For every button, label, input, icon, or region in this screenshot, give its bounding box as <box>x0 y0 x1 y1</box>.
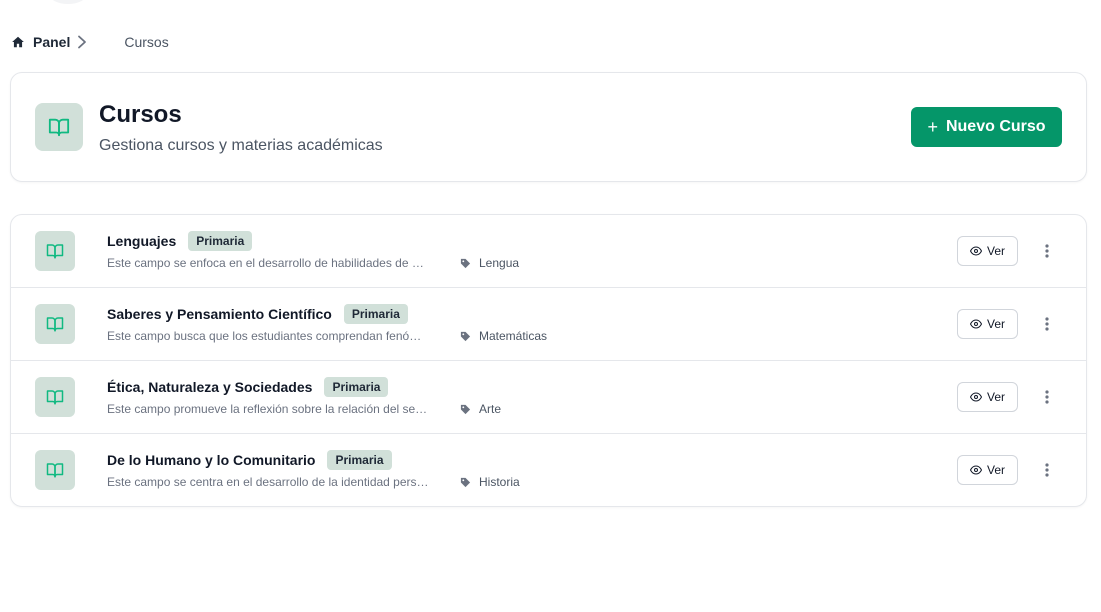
course-description: Este campo se enfoca en el desarrollo de… <box>107 256 429 270</box>
view-course-button[interactable]: Ver <box>957 309 1018 339</box>
course-subject: Matemáticas <box>460 329 547 343</box>
view-label: Ver <box>986 390 1005 404</box>
breadcrumb: Panel Cursos <box>11 32 169 52</box>
more-options-button[interactable] <box>1037 460 1057 480</box>
course-row: Ética, Naturaleza y Sociedades Primaria … <box>11 361 1086 434</box>
level-badge: Primaria <box>188 231 253 251</box>
course-row: De lo Humano y lo Comunitario Primaria E… <box>11 434 1086 506</box>
course-description: Este campo promueve la reflexión sobre l… <box>107 402 429 416</box>
top-avatar-peek <box>50 0 86 4</box>
eye-icon <box>969 245 982 257</box>
more-options-button[interactable] <box>1037 314 1057 334</box>
breadcrumb-current: Cursos <box>124 34 169 50</box>
level-badge: Primaria <box>327 450 392 470</box>
course-description: Este campo se centra en el desarrollo de… <box>107 475 429 489</box>
book-open-icon <box>35 103 83 151</box>
new-course-button[interactable]: + Nuevo Curso <box>911 107 1062 147</box>
page-header-card: Cursos Gestiona cursos y materias académ… <box>10 72 1087 182</box>
plus-icon: + <box>927 117 938 137</box>
book-open-icon <box>35 377 75 417</box>
home-icon <box>11 35 25 49</box>
tag-icon <box>460 331 471 342</box>
course-title: De lo Humano y lo Comunitario <box>107 452 316 468</box>
tag-icon <box>460 258 471 269</box>
page-subtitle: Gestiona cursos y materias académicas <box>99 137 383 154</box>
course-subject: Lengua <box>460 256 519 270</box>
book-open-icon <box>35 231 75 271</box>
course-row: Lenguajes Primaria Este campo se enfoca … <box>11 215 1086 288</box>
level-badge: Primaria <box>324 377 389 397</box>
course-title: Lenguajes <box>107 233 177 249</box>
course-subject: Arte <box>460 402 501 416</box>
course-subject-label: Historia <box>479 475 520 489</box>
view-course-button[interactable]: Ver <box>957 236 1018 266</box>
chevron-right-icon <box>76 35 88 49</box>
level-badge: Primaria <box>343 304 408 324</box>
more-vertical-icon <box>1045 390 1049 404</box>
breadcrumb-home-label: Panel <box>33 34 71 50</box>
course-subject-label: Arte <box>479 402 502 416</box>
more-vertical-icon <box>1045 463 1049 477</box>
course-list: Lenguajes Primaria Este campo se enfoca … <box>10 214 1087 507</box>
course-title: Saberes y Pensamiento Científico <box>107 306 332 322</box>
more-options-button[interactable] <box>1037 241 1057 261</box>
page-title: Cursos <box>99 101 182 128</box>
book-open-icon <box>35 450 75 490</box>
new-course-label: Nuevo Curso <box>945 118 1046 135</box>
more-vertical-icon <box>1045 317 1049 331</box>
breadcrumb-home-link[interactable]: Panel <box>11 34 70 50</box>
more-vertical-icon <box>1045 244 1049 258</box>
view-label: Ver <box>986 317 1005 331</box>
course-row: Saberes y Pensamiento Científico Primari… <box>11 288 1086 361</box>
book-open-icon <box>35 304 75 344</box>
view-course-button[interactable]: Ver <box>957 455 1018 485</box>
view-label: Ver <box>986 244 1005 258</box>
tag-icon <box>460 477 471 488</box>
course-subject-label: Matemáticas <box>479 329 548 343</box>
view-course-button[interactable]: Ver <box>957 382 1018 412</box>
more-options-button[interactable] <box>1037 387 1057 407</box>
course-description: Este campo busca que los estudiantes com… <box>107 329 429 343</box>
eye-icon <box>969 391 982 403</box>
eye-icon <box>969 318 982 330</box>
course-title: Ética, Naturaleza y Sociedades <box>107 379 313 395</box>
course-subject: Historia <box>460 475 520 489</box>
tag-icon <box>460 404 471 415</box>
course-subject-label: Lengua <box>479 256 520 270</box>
view-label: Ver <box>986 463 1005 477</box>
eye-icon <box>969 464 982 476</box>
